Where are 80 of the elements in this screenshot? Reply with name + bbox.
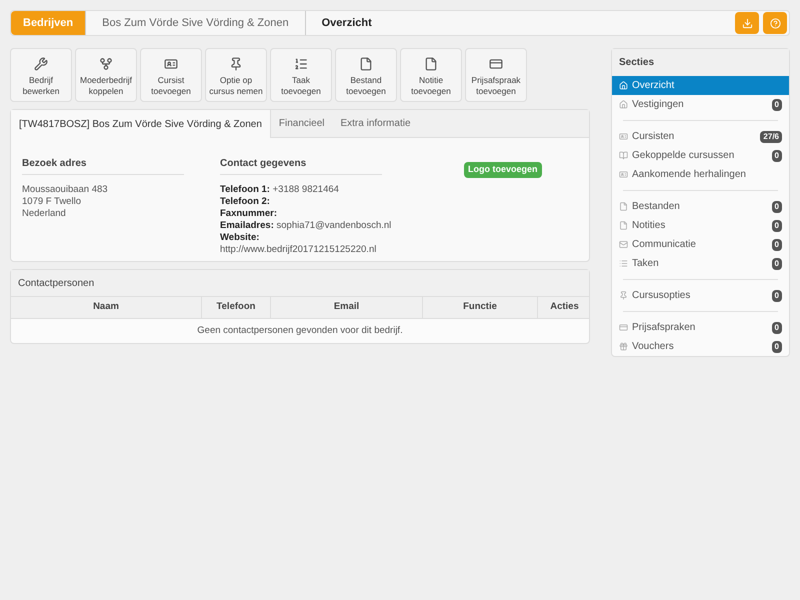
download-button[interactable] bbox=[735, 12, 759, 34]
address-line: Nederland bbox=[22, 208, 67, 220]
column-header: Telefoon bbox=[201, 297, 270, 318]
field-value: +3188 9821464 bbox=[272, 184, 339, 195]
count-badge: 0 bbox=[772, 200, 782, 212]
pin-icon bbox=[229, 57, 243, 71]
section-item[interactable]: Vouchers 0 bbox=[612, 337, 789, 356]
home-icon bbox=[619, 81, 628, 90]
fork-icon bbox=[99, 57, 113, 71]
section-item[interactable]: Notities 0 bbox=[612, 216, 789, 235]
tab[interactable]: Extra informatie bbox=[332, 110, 419, 137]
section-item[interactable]: Communicatie 0 bbox=[612, 235, 789, 254]
toolbar-button[interactable]: Taak toevoegen bbox=[270, 48, 332, 102]
count-badge: 27/6 bbox=[760, 130, 782, 142]
download-icon bbox=[742, 18, 752, 28]
home-icon bbox=[619, 100, 628, 109]
count-badge: 0 bbox=[772, 98, 782, 110]
column-header: Functie bbox=[422, 297, 537, 318]
toolbar-button[interactable]: Optie op cursus nemen bbox=[205, 48, 267, 102]
count-badge: 0 bbox=[772, 150, 782, 162]
section-item[interactable]: Vestigingen 0 bbox=[612, 95, 789, 114]
help-button[interactable] bbox=[763, 12, 787, 34]
field-label: Emailadres: bbox=[220, 220, 274, 231]
help-icon bbox=[770, 18, 780, 28]
field-label: Telefoon 2: bbox=[220, 196, 270, 207]
credit-card-icon bbox=[619, 323, 628, 332]
toolbar-button[interactable]: Bestand toevoegen bbox=[335, 48, 397, 102]
column-header: Email bbox=[270, 297, 422, 318]
field-label: Faxnummer: bbox=[220, 208, 278, 219]
mail-icon bbox=[619, 240, 628, 249]
toolbar-button[interactable]: Bedrijf bewerken bbox=[10, 48, 72, 102]
count-badge: 0 bbox=[772, 258, 782, 270]
address-line: 1079 F Twello bbox=[22, 196, 82, 208]
section-item[interactable]: Cursusopties 0 bbox=[612, 286, 789, 305]
list-icon bbox=[619, 259, 628, 268]
panel-title: Contactpersonen bbox=[11, 270, 589, 297]
toolbar-button[interactable]: Moederbedrijf koppelen bbox=[75, 48, 137, 102]
section-item[interactable]: Overzicht bbox=[612, 76, 789, 95]
count-badge: 0 bbox=[772, 238, 782, 250]
address-line: Moussaouibaan 483 bbox=[22, 184, 109, 196]
field-label: Telefoon 1: bbox=[220, 184, 270, 195]
pin-icon bbox=[619, 291, 628, 300]
toolbar-button[interactable]: Cursist toevoegen bbox=[140, 48, 202, 102]
toolbar-button[interactable]: Prijsafspraak toevoegen bbox=[465, 48, 527, 102]
section-item[interactable]: Prijsafspraken 0 bbox=[612, 318, 789, 337]
count-badge: 0 bbox=[772, 290, 782, 302]
file-icon bbox=[619, 221, 628, 230]
field-value: sophia71@vandenbosch.nl bbox=[276, 220, 392, 231]
section-heading: Contact gegevens bbox=[220, 156, 382, 175]
tab[interactable]: Financieel bbox=[270, 110, 332, 137]
book-icon bbox=[619, 151, 628, 160]
column-header: Acties bbox=[537, 297, 591, 318]
id-card-icon bbox=[619, 170, 628, 179]
id-card-icon bbox=[164, 57, 178, 71]
wrench-icon bbox=[34, 57, 48, 71]
file-icon bbox=[359, 57, 373, 71]
numbered-list-icon bbox=[294, 57, 308, 71]
file-icon bbox=[424, 57, 438, 71]
gift-icon bbox=[619, 342, 628, 351]
section-item[interactable]: Cursisten 27/6 bbox=[612, 127, 789, 146]
section-item[interactable]: Aankomende herhalingen bbox=[612, 165, 789, 184]
column-header: Naam bbox=[92, 300, 120, 314]
count-badge: 0 bbox=[772, 340, 782, 352]
field-label: Website: bbox=[220, 232, 260, 243]
section-item[interactable]: Gekoppelde cursussen 0 bbox=[612, 146, 789, 165]
empty-message: Geen contactpersonen gevonden voor dit bedrijf. bbox=[197, 324, 403, 338]
breadcrumb-link[interactable]: Bos Zum Vörde Sive Vörding & Zonen bbox=[85, 11, 305, 35]
section-item[interactable]: Bestanden 0 bbox=[612, 197, 789, 216]
count-badge: 0 bbox=[772, 220, 782, 232]
id-card-icon bbox=[619, 132, 628, 141]
panel-title: Secties bbox=[612, 49, 789, 76]
section-item[interactable]: Taken 0 bbox=[612, 254, 789, 273]
tab[interactable]: [TW4817BOSZ] Bos Zum Vörde Sive Vörding & Zonen bbox=[11, 110, 271, 138]
breadcrumb-link[interactable]: Overzicht bbox=[304, 11, 388, 35]
count-badge: 0 bbox=[772, 322, 782, 334]
credit-card-icon bbox=[489, 57, 503, 71]
field-value: http://www.bedrijf20171215125220.nl bbox=[220, 244, 378, 256]
section-heading: Bezoek adres bbox=[22, 156, 184, 175]
file-icon bbox=[619, 202, 628, 211]
toolbar-button[interactable]: Notitie toevoegen bbox=[400, 48, 462, 102]
